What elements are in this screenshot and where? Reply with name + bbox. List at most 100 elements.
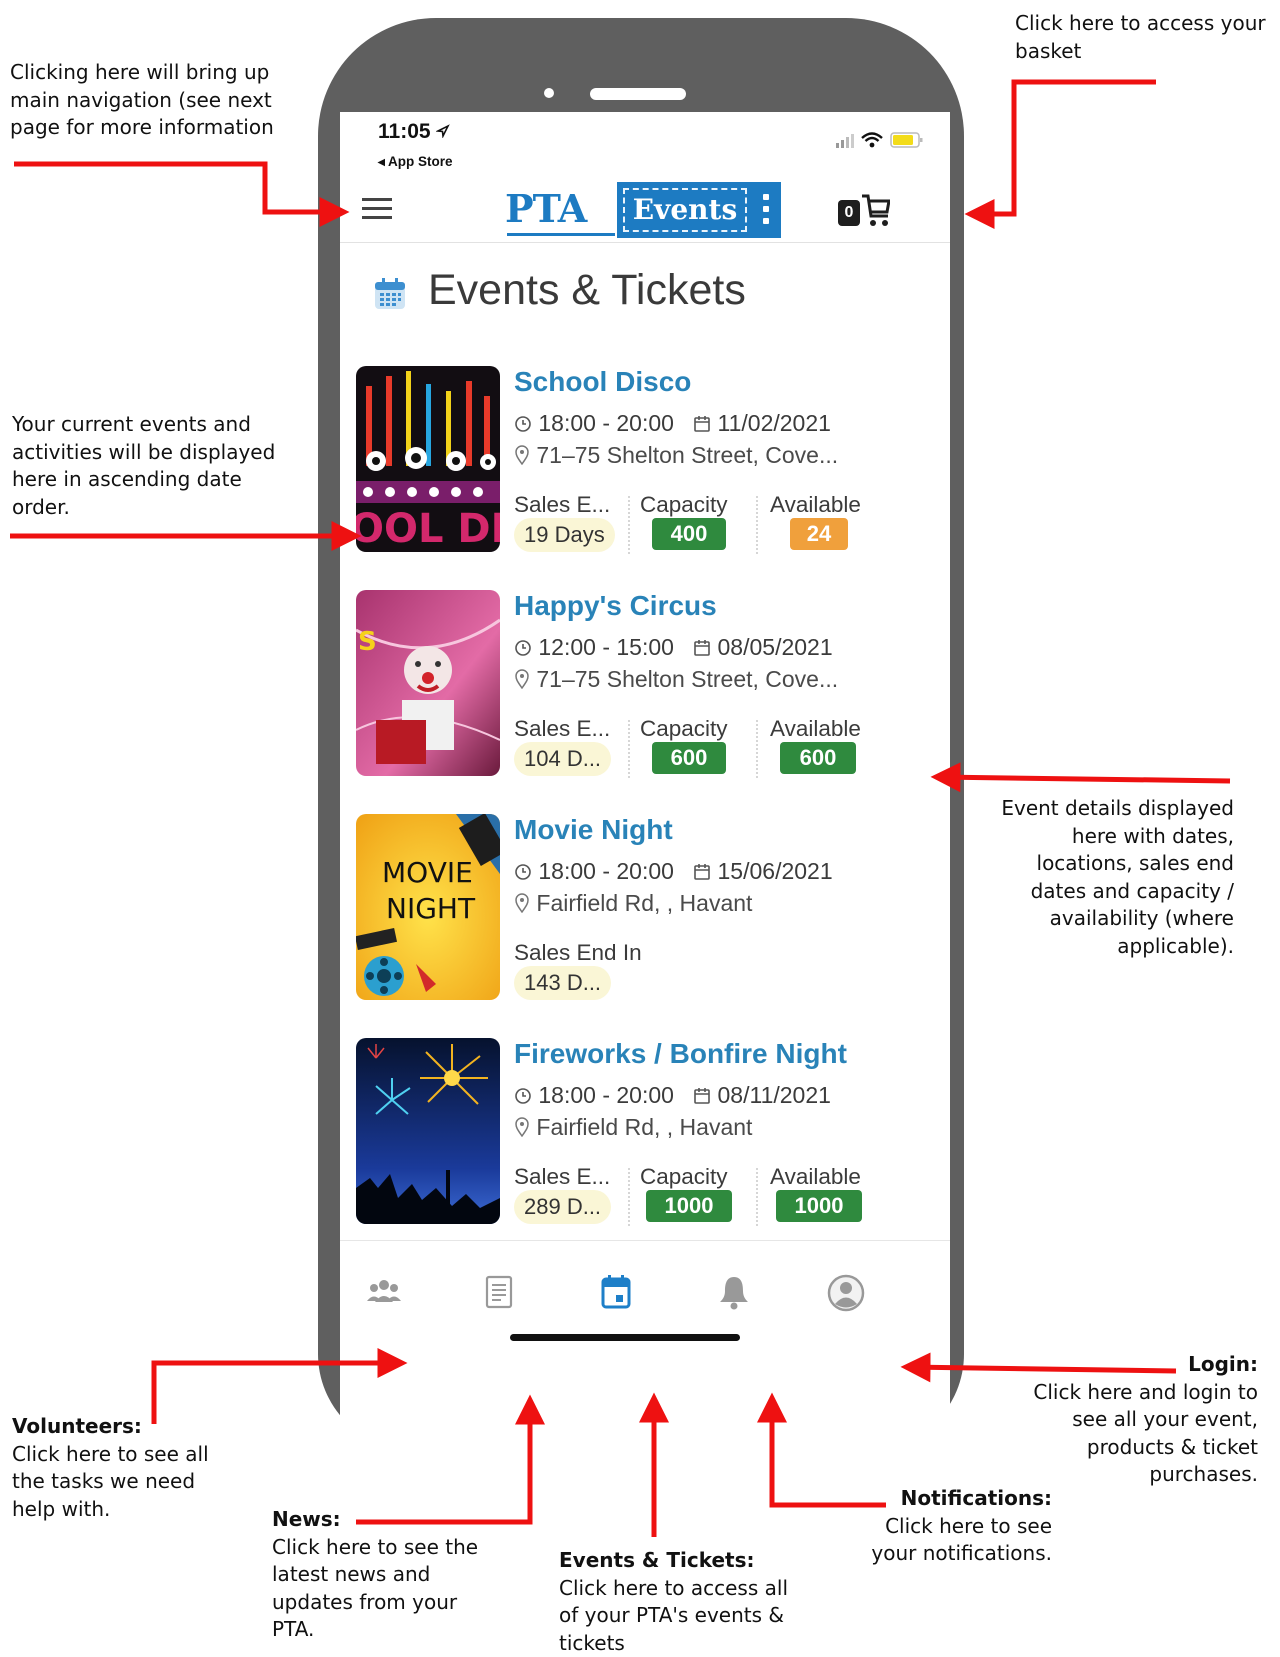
available-label: Available	[770, 1164, 861, 1189]
annotation-menu: Clicking here will bring up main navigat…	[10, 60, 274, 139]
event-time-date: 18:00 - 20:00 11/02/2021	[514, 410, 831, 437]
date-icon	[694, 640, 710, 656]
event-image-movie: MOVIE NIGHT	[356, 814, 500, 1000]
nav-notifications[interactable]	[712, 1271, 756, 1315]
cart-icon	[862, 194, 890, 226]
event-location: 71–75 Shelton Street, Cove...	[514, 666, 838, 693]
status-bar: 11:05 ◂ App Store	[378, 118, 926, 170]
signal-icon	[836, 134, 854, 148]
date-icon	[694, 864, 710, 880]
map-pin-icon	[515, 445, 529, 466]
arrow-basket	[964, 79, 1156, 229]
map-pin-icon	[515, 893, 529, 914]
arrow-menu	[14, 161, 350, 227]
calendar-icon	[375, 278, 405, 309]
nav-news[interactable]	[477, 1271, 521, 1315]
event-date: 15/06/2021	[717, 858, 833, 884]
wifi-icon	[861, 132, 883, 148]
page-title: Events & Tickets	[428, 266, 746, 314]
clock-icon	[515, 1088, 531, 1104]
event-location: Fairfield Rd, , Havant	[514, 1114, 752, 1141]
annotation-volunteers-text: Click here to see all the tasks we need …	[12, 1441, 209, 1521]
speaker-slot	[590, 88, 686, 100]
available-value: 600	[780, 742, 856, 774]
clock-icon	[515, 864, 531, 880]
event-time-date: 12:00 - 15:00 08/05/2021	[514, 634, 833, 661]
event-card[interactable]: OOL DI School Disco 18:00 - 20:00 11/02/…	[340, 366, 950, 576]
annotation-news-title: News:	[272, 1507, 341, 1531]
svg-text:S: S	[358, 627, 377, 657]
event-card[interactable]: Fireworks / Bonfire Night 18:00 - 20:00 …	[340, 1038, 950, 1248]
nav-events-tickets[interactable]	[594, 1271, 638, 1315]
user-icon	[827, 1274, 865, 1312]
capacity-value: 600	[652, 742, 726, 774]
event-title[interactable]: Happy's Circus	[514, 590, 717, 622]
logo-pta-text: PTA	[505, 186, 587, 231]
movie-thumb-text-1: MOVIE	[382, 856, 473, 889]
event-image-fireworks	[356, 1038, 500, 1224]
event-card[interactable]: S Happy's Circus 12:00 - 15:00 08/05/202…	[340, 590, 950, 800]
capacity-value: 1000	[646, 1190, 732, 1222]
capacity-label: Capacity	[640, 492, 728, 517]
home-indicator	[510, 1334, 740, 1341]
event-title[interactable]: School Disco	[514, 366, 691, 398]
sales-end-label: Sales E...	[514, 716, 611, 741]
sales-end-value: 19 Days	[514, 518, 615, 552]
status-icons	[836, 132, 923, 148]
available-label: Available	[770, 716, 861, 741]
basket-button[interactable]: 0	[838, 190, 890, 234]
event-title[interactable]: Fireworks / Bonfire Night	[514, 1038, 847, 1070]
status-time: 11:05	[378, 120, 451, 144]
annotation-volunteers-title: Volunteers:	[12, 1414, 142, 1438]
bell-icon	[720, 1277, 748, 1310]
nav-login[interactable]	[824, 1271, 868, 1315]
arrow-event-details	[930, 762, 1231, 793]
event-date: 08/11/2021	[717, 1082, 831, 1108]
date-icon	[694, 416, 710, 432]
event-time: 18:00 - 20:00	[538, 410, 674, 436]
annotation-volunteers: Volunteers: Click here to see all the ta…	[12, 1413, 212, 1523]
sales-end-label: Sales End In	[514, 940, 642, 965]
news-icon	[485, 1275, 513, 1309]
event-card[interactable]: MOVIE NIGHT Movie Night 18:00 - 20:00 15…	[340, 814, 950, 1024]
back-to-app-store[interactable]: ◂ App Store	[378, 154, 453, 170]
map-pin-icon	[515, 669, 529, 690]
logo-events-text: Events	[623, 188, 747, 232]
annotation-login-title: Login:	[1188, 1352, 1258, 1376]
event-image-circus: S	[356, 590, 500, 776]
annotation-basket: Click here to access your basket	[1015, 11, 1266, 63]
event-time: 18:00 - 20:00	[538, 1082, 674, 1108]
event-date: 11/02/2021	[717, 410, 831, 436]
annotation-events-tickets-text: Click here to access all of your PTA's e…	[559, 1575, 788, 1655]
event-image-disco: OOL DI	[356, 366, 500, 552]
map-pin-icon	[515, 1117, 529, 1138]
event-time: 18:00 - 20:00	[538, 858, 674, 884]
available-label: Available	[770, 492, 861, 517]
annotation-news: News: Click here to see the latest news …	[272, 1506, 504, 1644]
event-date: 08/05/2021	[717, 634, 833, 660]
menu-button[interactable]	[360, 190, 396, 226]
event-location: 71–75 Shelton Street, Cove...	[514, 442, 838, 469]
sales-end-label: Sales E...	[514, 1164, 611, 1189]
annotation-notifications-text: Click here to see your notifications.	[871, 1513, 1052, 1566]
volunteers-icon	[367, 1280, 401, 1302]
event-time: 12:00 - 15:00	[538, 634, 674, 660]
app-bar: PTA Events 0	[340, 176, 950, 243]
movie-thumb-text-2: NIGHT	[386, 892, 476, 925]
event-title[interactable]: Movie Night	[514, 814, 673, 846]
nav-volunteers[interactable]	[362, 1271, 406, 1315]
available-value: 1000	[776, 1190, 862, 1222]
annotation-event-details: Event details displayed here with dates,…	[1001, 796, 1234, 958]
menu-icon	[362, 198, 392, 201]
annotation-news-text: Click here to see the latest news and up…	[272, 1534, 479, 1642]
capacity-label: Capacity	[640, 1164, 728, 1189]
capacity-value: 400	[652, 518, 726, 550]
pta-events-logo: PTA Events	[505, 182, 791, 244]
clock-icon	[515, 640, 531, 656]
sales-end-value: 104 D...	[514, 742, 612, 776]
capacity-label: Capacity	[640, 716, 728, 741]
event-location: Fairfield Rd, , Havant	[514, 890, 752, 917]
event-time-date: 18:00 - 20:00 08/11/2021	[514, 1082, 831, 1109]
logo-ticket: Events	[617, 182, 781, 238]
clock-icon	[515, 416, 531, 432]
